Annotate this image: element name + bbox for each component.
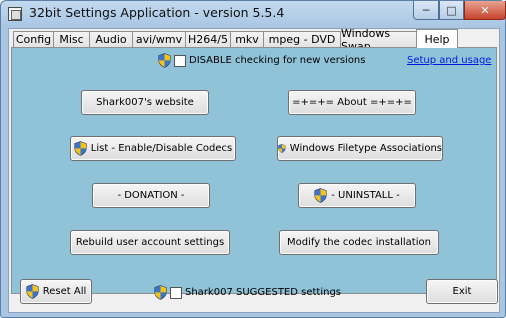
app-window: 32bit Settings Application - version 5.5…: [0, 0, 506, 318]
maximize-button[interactable]: □: [439, 1, 464, 20]
tab-audio[interactable]: Audio: [89, 31, 133, 47]
disable-version-check-label: DISABLE checking for new versions: [189, 55, 366, 66]
window-title: 32bit Settings Application - version 5.5…: [29, 5, 285, 20]
tab-mpeg-dvd[interactable]: mpeg - DVD: [263, 31, 341, 47]
website-button[interactable]: Shark007's website: [81, 90, 209, 115]
uninstall-button[interactable]: - UNINSTALL -: [298, 183, 416, 208]
about-button[interactable]: =+=+= About =+=+=: [288, 90, 416, 115]
shield-icon: [278, 141, 286, 156]
filetype-associations-button[interactable]: Windows Filetype Associations: [277, 136, 443, 161]
tab-h264[interactable]: H264/5: [185, 31, 231, 47]
shield-icon: [74, 141, 87, 156]
settings-client-area: Config Misc Audio avi/wmv H264/5 mkv mpe…: [8, 27, 500, 313]
rebuild-settings-button[interactable]: Rebuild user account settings: [70, 230, 230, 255]
close-icon: ✕: [480, 3, 490, 17]
reset-all-button-label: Reset All: [42, 286, 87, 297]
title-bar[interactable]: 32bit Settings Application - version 5.5…: [1, 1, 506, 27]
tab-mkv[interactable]: mkv: [230, 31, 264, 47]
modify-installation-button-label: Modify the codec installation: [287, 237, 431, 248]
suggested-settings-checkbox[interactable]: [170, 286, 182, 299]
close-button[interactable]: ✕: [464, 1, 506, 20]
exit-button-label: Exit: [452, 286, 472, 297]
shield-icon: [314, 188, 327, 203]
tab-misc[interactable]: Misc: [53, 31, 90, 47]
uninstall-button-label: - UNINSTALL -: [331, 190, 400, 201]
minimize-icon: ─: [422, 3, 430, 17]
suggested-settings[interactable]: Shark007 SUGGESTED settings: [154, 285, 341, 300]
shield-icon: [26, 284, 39, 299]
shield-icon: [158, 53, 171, 68]
filetype-associations-button-label: Windows Filetype Associations: [289, 143, 442, 154]
rebuild-settings-button-label: Rebuild user account settings: [75, 237, 225, 248]
minimize-button[interactable]: ─: [413, 1, 439, 20]
donation-button[interactable]: - DONATION -: [92, 183, 210, 208]
modify-installation-button[interactable]: Modify the codec installation: [279, 230, 439, 255]
exit-button[interactable]: Exit: [426, 279, 498, 304]
disable-version-check-checkbox[interactable]: [174, 54, 186, 67]
tab-windows-swap[interactable]: Windows Swap: [340, 27, 417, 53]
reset-all-button[interactable]: Reset All: [20, 279, 92, 304]
disable-version-check[interactable]: DISABLE checking for new versions: [158, 53, 365, 68]
app-window-icon: [8, 7, 22, 21]
codecs-button-label: List - Enable/Disable Codecs: [90, 143, 233, 154]
tab-avi-wmv[interactable]: avi/wmv: [132, 31, 186, 47]
codecs-button[interactable]: List - Enable/Disable Codecs: [70, 136, 236, 161]
donation-button-label: - DONATION -: [117, 190, 185, 201]
website-button-label: Shark007's website: [96, 97, 194, 108]
shield-icon: [154, 285, 167, 300]
setup-usage-link[interactable]: Setup and usage: [407, 55, 491, 66]
suggested-settings-label: Shark007 SUGGESTED settings: [185, 287, 341, 298]
tab-help[interactable]: Help: [416, 29, 458, 48]
tab-config[interactable]: Config: [13, 31, 54, 47]
help-panel: DISABLE checking for new versions Setup …: [11, 47, 497, 294]
maximize-icon: □: [446, 3, 457, 17]
about-button-label: =+=+= About =+=+=: [292, 97, 412, 108]
